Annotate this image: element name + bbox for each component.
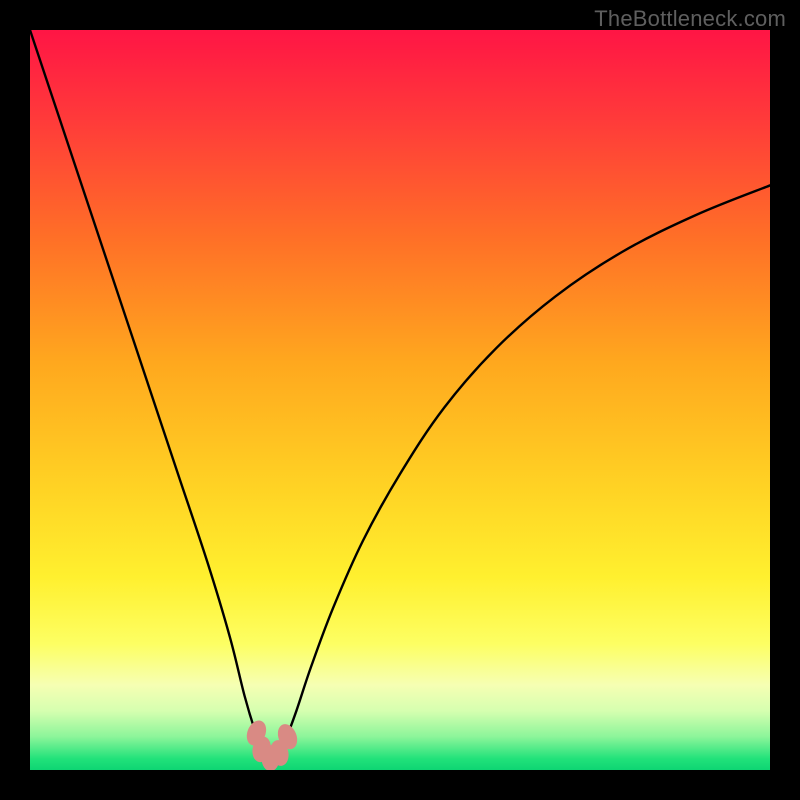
chart-svg — [30, 30, 770, 770]
gradient-background — [30, 30, 770, 770]
plot-area — [30, 30, 770, 770]
watermark-text: TheBottleneck.com — [594, 6, 786, 32]
outer-frame: TheBottleneck.com — [0, 0, 800, 800]
